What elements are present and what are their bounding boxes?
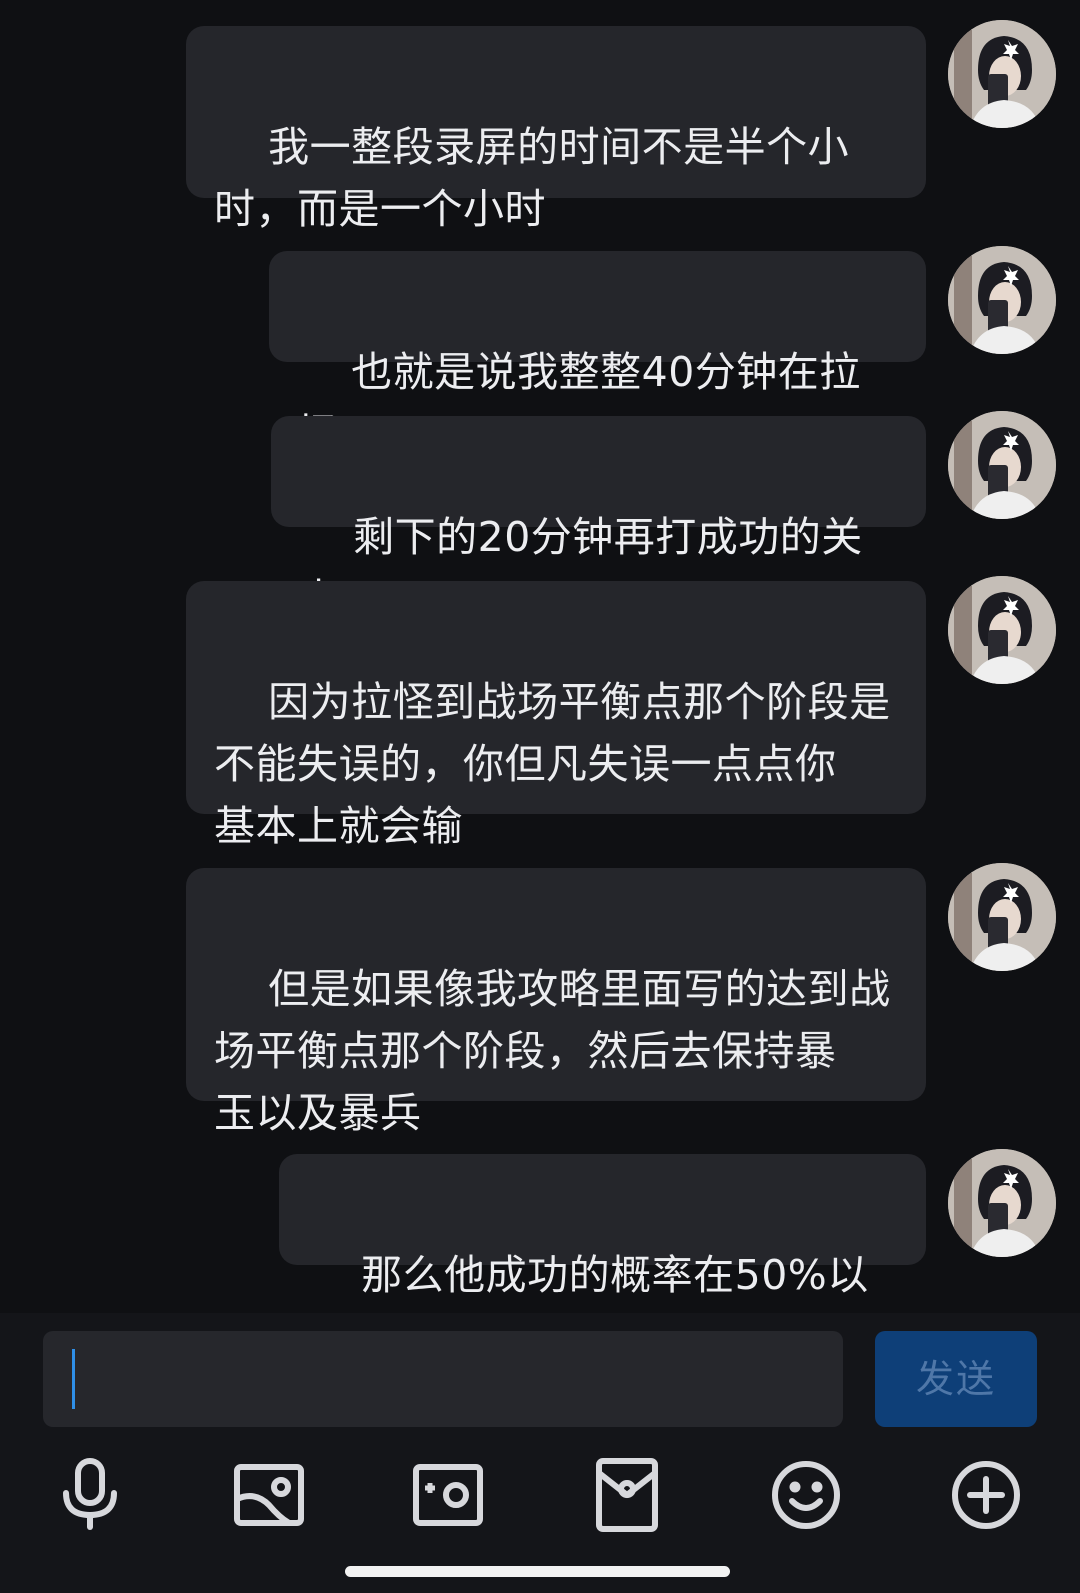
- emoji-icon[interactable]: [766, 1455, 846, 1535]
- home-indicator[interactable]: [345, 1566, 730, 1577]
- avatar[interactable]: [948, 1149, 1056, 1257]
- message-composer: 发送: [0, 1313, 1080, 1593]
- message-bubble[interactable]: 因为拉怪到战场平衡点那个阶段是 不能失误的，你但凡失误一点点你 基本上就会输: [186, 581, 926, 850]
- microphone-icon[interactable]: [50, 1455, 130, 1535]
- message-bubble[interactable]: 那么他成功的概率在50%以上: [279, 1154, 926, 1361]
- message-bubble[interactable]: 我一整段录屏的时间不是半个小 时，而是一个小时: [186, 26, 926, 233]
- text-caret: [72, 1349, 75, 1409]
- image-icon[interactable]: [229, 1455, 309, 1535]
- camera-icon[interactable]: [408, 1455, 488, 1535]
- plus-icon[interactable]: [946, 1455, 1026, 1535]
- message-text: 但是如果像我攻略里面写的达到战 场平衡点那个阶段，然后去保持暴 玉以及暴兵: [214, 965, 891, 1137]
- avatar[interactable]: [948, 20, 1056, 128]
- message-bubble[interactable]: 也就是说我整整40分钟在拉怪: [269, 251, 926, 458]
- avatar[interactable]: [948, 411, 1056, 519]
- input-toolbar: [0, 1455, 1080, 1535]
- chat-screen: 我一整段录屏的时间不是半个小 时，而是一个小时 也就是说我整整40分钟在拉怪 剩…: [0, 0, 1080, 1593]
- red-packet-icon[interactable]: [587, 1455, 667, 1535]
- message-input[interactable]: [43, 1331, 843, 1427]
- message-bubble[interactable]: 剩下的20分钟再打成功的关卡: [271, 416, 926, 623]
- avatar[interactable]: [948, 863, 1056, 971]
- avatar[interactable]: [948, 246, 1056, 354]
- message-text: 因为拉怪到战场平衡点那个阶段是 不能失误的，你但凡失误一点点你 基本上就会输: [214, 678, 891, 850]
- message-bubble[interactable]: 但是如果像我攻略里面写的达到战 场平衡点那个阶段，然后去保持暴 玉以及暴兵: [186, 868, 926, 1137]
- send-button[interactable]: 发送: [875, 1331, 1037, 1427]
- avatar[interactable]: [948, 576, 1056, 684]
- message-text: 我一整段录屏的时间不是半个小 时，而是一个小时: [214, 123, 850, 233]
